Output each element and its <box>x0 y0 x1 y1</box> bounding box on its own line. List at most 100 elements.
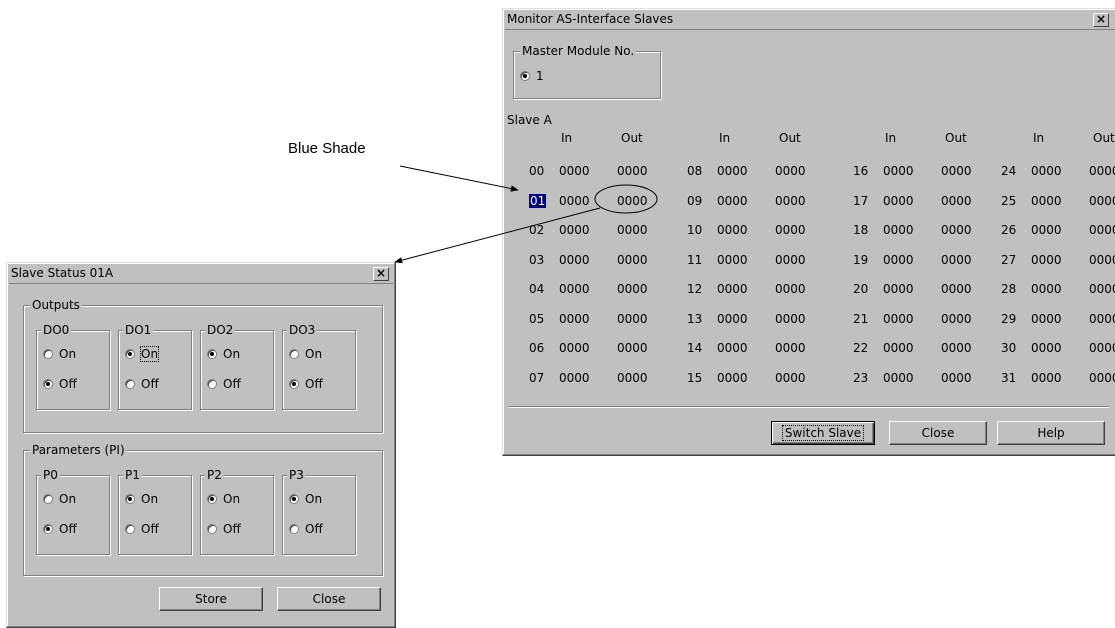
output-group-label: DO1 <box>123 323 154 337</box>
monitor-title: Monitor AS-Interface Slaves <box>507 12 674 26</box>
slave-number-09[interactable]: 09 <box>687 194 702 208</box>
slave-number-10[interactable]: 10 <box>687 223 702 237</box>
slave-number-13[interactable]: 13 <box>687 312 702 326</box>
slave-status-title: Slave Status 01A <box>11 266 114 280</box>
slave-number-18[interactable]: 18 <box>853 223 868 237</box>
slave-number-23[interactable]: 23 <box>853 371 868 385</box>
switch-slave-button[interactable]: Switch Slave <box>771 421 875 445</box>
slave-number-19[interactable]: 19 <box>853 253 868 267</box>
parameter-p1-on[interactable]: On <box>125 491 158 507</box>
slave-number-08[interactable]: 08 <box>687 164 702 178</box>
slave-in-value: 0000 <box>717 253 748 267</box>
slave-out-value: 0000 <box>775 341 806 355</box>
parameter-p0-on[interactable]: On <box>43 491 76 507</box>
slave-number-26[interactable]: 26 <box>1001 223 1016 237</box>
parameter-p2-off[interactable]: Off <box>207 521 241 537</box>
radio-icon <box>207 349 217 359</box>
output-do1-on[interactable]: On <box>125 346 160 362</box>
slave-out-value: 0000 <box>775 371 806 385</box>
slave-number-16[interactable]: 16 <box>853 164 868 178</box>
slave-out-value: 0000 <box>1089 194 1115 208</box>
output-do2-on[interactable]: On <box>207 346 240 362</box>
slave-number-05[interactable]: 05 <box>529 312 544 326</box>
slave-out-value: 0000 <box>941 194 972 208</box>
output-do1-off[interactable]: Off <box>125 376 159 392</box>
slave-status-close-button[interactable]: Close <box>277 587 381 611</box>
slave-section-label: Slave A <box>507 113 552 127</box>
outputs-group: Outputs DO0 On Off DO1 On Off DO2 On Off DO3 On Off <box>23 298 383 433</box>
slave-number-15[interactable]: 15 <box>687 371 702 385</box>
col-header-out: Out <box>779 131 801 145</box>
slave-number-24[interactable]: 24 <box>1001 164 1016 178</box>
output-group-do1: DO1 On Off <box>118 323 192 410</box>
radio-label: On <box>223 347 241 361</box>
radio-label: Off <box>305 522 323 536</box>
slave-number-17[interactable]: 17 <box>853 194 868 208</box>
slave-in-value: 0000 <box>559 371 590 385</box>
help-button[interactable]: Help <box>997 421 1105 445</box>
parameter-p3-on[interactable]: On <box>289 491 322 507</box>
output-do3-off[interactable]: Off <box>289 376 323 392</box>
slave-in-value: 0000 <box>717 371 748 385</box>
slave-number-03[interactable]: 03 <box>529 253 544 267</box>
parameter-p1-off[interactable]: Off <box>125 521 159 537</box>
slave-out-value: 0000 <box>617 164 648 178</box>
slave-out-value: 0000 <box>617 282 648 296</box>
master-module-option[interactable]: 1 <box>520 68 544 84</box>
slave-number-27[interactable]: 27 <box>1001 253 1016 267</box>
slave-number-28[interactable]: 28 <box>1001 282 1016 296</box>
slave-out-value: 0000 <box>775 223 806 237</box>
output-group-do0: DO0 On Off <box>36 323 110 410</box>
monitor-close-button[interactable]: Close <box>889 421 987 445</box>
slave-number-06[interactable]: 06 <box>529 341 544 355</box>
slave-out-value: 0000 <box>1089 282 1115 296</box>
slave-number-11[interactable]: 11 <box>687 253 702 267</box>
output-do3-on[interactable]: On <box>289 346 322 362</box>
slave-in-value: 0000 <box>1031 371 1062 385</box>
slave-number-30[interactable]: 30 <box>1001 341 1016 355</box>
slave-in-value: 0000 <box>1031 341 1062 355</box>
slave-number-31[interactable]: 31 <box>1001 371 1016 385</box>
slave-status-close-icon[interactable]: × <box>373 267 389 281</box>
output-do0-off[interactable]: Off <box>43 376 77 392</box>
slave-number-22[interactable]: 22 <box>853 341 868 355</box>
slave-number-01[interactable]: 01 <box>529 194 547 208</box>
slave-in-value: 0000 <box>559 194 590 208</box>
slave-number-04[interactable]: 04 <box>529 282 544 296</box>
slave-in-value: 0000 <box>717 164 748 178</box>
monitor-titlebar[interactable]: Monitor AS-Interface Slaves × <box>505 11 1115 30</box>
radio-label: On <box>141 492 159 506</box>
output-do2-off[interactable]: Off <box>207 376 241 392</box>
parameter-p2-on[interactable]: On <box>207 491 240 507</box>
slave-in-value: 0000 <box>883 253 914 267</box>
master-module-group: Master Module No. 1 <box>513 44 661 99</box>
slave-in-value: 0000 <box>559 312 590 326</box>
slave-out-value: 0000 <box>617 223 648 237</box>
slave-number-00[interactable]: 00 <box>529 164 544 178</box>
slave-number-07[interactable]: 07 <box>529 371 544 385</box>
switch-slave-label: Switch Slave <box>781 425 865 441</box>
slave-number-25[interactable]: 25 <box>1001 194 1016 208</box>
slave-number-21[interactable]: 21 <box>853 312 868 326</box>
slave-in-value: 0000 <box>559 164 590 178</box>
slave-in-value: 0000 <box>559 282 590 296</box>
slave-number-14[interactable]: 14 <box>687 341 702 355</box>
monitor-separator <box>509 406 1109 408</box>
monitor-close-icon[interactable]: × <box>1093 13 1109 27</box>
slave-number-29[interactable]: 29 <box>1001 312 1016 326</box>
output-do0-on[interactable]: On <box>43 346 76 362</box>
slave-number-12[interactable]: 12 <box>687 282 702 296</box>
parameter-p3-off[interactable]: Off <box>289 521 323 537</box>
slave-out-value: 0000 <box>617 341 648 355</box>
slave-status-titlebar[interactable]: Slave Status 01A × <box>9 265 393 284</box>
store-button[interactable]: Store <box>159 587 263 611</box>
parameter-p0-off[interactable]: Off <box>43 521 77 537</box>
monitor-close-label: Close <box>921 426 955 440</box>
radio-icon <box>125 379 135 389</box>
radio-label: On <box>59 347 77 361</box>
slave-number-02[interactable]: 02 <box>529 223 544 237</box>
radio-label: On <box>59 492 77 506</box>
slave-number-20[interactable]: 20 <box>853 282 868 296</box>
radio-icon <box>289 494 299 504</box>
parameter-group-label: P0 <box>41 468 60 482</box>
